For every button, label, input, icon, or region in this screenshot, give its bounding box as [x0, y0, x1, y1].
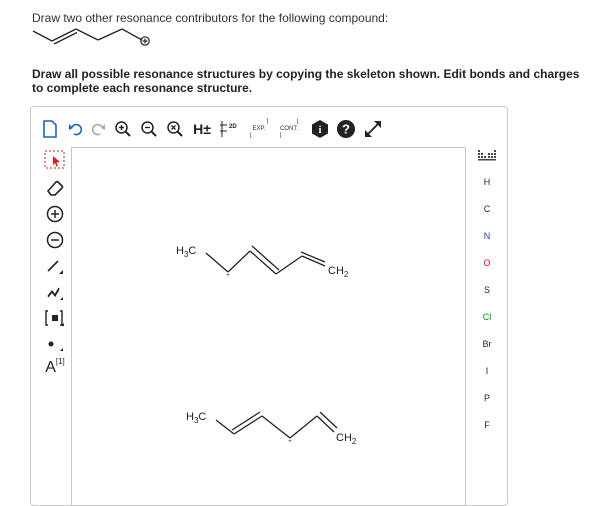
h3c-label-1: H3C	[176, 245, 196, 259]
chain-tool-icon[interactable]	[43, 281, 67, 303]
contract-button[interactable]: ⌊ CONT. ⌉	[275, 117, 303, 141]
atom-map-tool[interactable]: A [1]	[43, 357, 67, 379]
element-n-button[interactable]: N	[467, 231, 507, 241]
help-label: ?	[342, 122, 350, 137]
undo-icon[interactable]	[67, 117, 85, 141]
element-f-button[interactable]: F	[467, 420, 507, 430]
given-compound-structure	[32, 28, 150, 46]
svg-text:+: +	[226, 273, 230, 279]
element-c-button[interactable]: C	[467, 204, 507, 214]
clean-2d-button[interactable]: 2D	[219, 117, 241, 141]
atom-map-label: A	[45, 359, 56, 376]
zoom-out-icon[interactable]	[139, 117, 159, 141]
editor-toolbar: H± 2D ⌉ EXP. ⌊ ⌊ CONT. ⌉ i ?	[41, 117, 411, 143]
skeleton-structure-1: H3C + CH2	[176, 245, 349, 279]
eraser-icon[interactable]	[43, 177, 67, 199]
contract-label: CONT.	[280, 125, 298, 132]
svg-text:+: +	[288, 439, 292, 445]
h3c-label-2: H3C	[186, 411, 206, 425]
info-label: i	[319, 125, 322, 136]
canvas-structures: H3C + CH2 H3C + CH2	[176, 245, 357, 446]
negative-charge-icon[interactable]	[43, 229, 67, 251]
drawing-tools: A [1]	[37, 145, 71, 505]
element-o-button[interactable]: O	[467, 258, 507, 268]
periodic-table-icon[interactable]	[467, 149, 507, 163]
element-p-button[interactable]: P	[467, 393, 507, 403]
instructions: Draw all possible resonance structures b…	[32, 67, 580, 95]
hydrogen-toggle-button[interactable]: H±	[191, 117, 213, 141]
zoom-in-icon[interactable]	[113, 117, 133, 141]
element-palette: H C N O S Cl Br I P F	[467, 147, 507, 505]
element-br-button[interactable]: Br	[467, 339, 507, 349]
ch2-label-1: CH2	[328, 265, 349, 279]
info-icon[interactable]: i	[309, 117, 331, 141]
structure-editor: H± 2D ⌉ EXP. ⌊ ⌊ CONT. ⌉ i ? A [1] H3C +…	[30, 106, 508, 506]
element-i-button[interactable]: I	[467, 366, 507, 376]
expand-button[interactable]: ⌉ EXP. ⌊	[247, 117, 271, 141]
drawing-canvas[interactable]: H3C + CH2 H3C + CH2	[71, 147, 466, 505]
select-tool-icon[interactable]	[43, 149, 67, 171]
atom-map-sup: [1]	[55, 356, 65, 366]
template-tool-icon[interactable]	[43, 307, 67, 329]
skeleton-structure-2: H3C + CH2	[186, 411, 357, 446]
fullscreen-icon[interactable]	[361, 117, 385, 141]
expand-label: EXP.	[252, 125, 266, 132]
redo-icon[interactable]	[89, 117, 107, 141]
positive-charge-icon[interactable]	[43, 203, 67, 225]
new-document-icon[interactable]	[41, 117, 59, 141]
element-s-button[interactable]: S	[467, 285, 507, 295]
help-icon[interactable]: ?	[335, 117, 357, 141]
clean-2d-label: 2D	[229, 124, 237, 130]
zoom-reset-icon[interactable]	[165, 117, 185, 141]
ch2-label-2: CH2	[336, 432, 357, 446]
single-bond-tool-icon[interactable]	[43, 255, 67, 277]
element-h-button[interactable]: H	[467, 177, 507, 187]
radical-tool-icon[interactable]	[43, 333, 67, 355]
element-cl-button[interactable]: Cl	[467, 312, 507, 322]
